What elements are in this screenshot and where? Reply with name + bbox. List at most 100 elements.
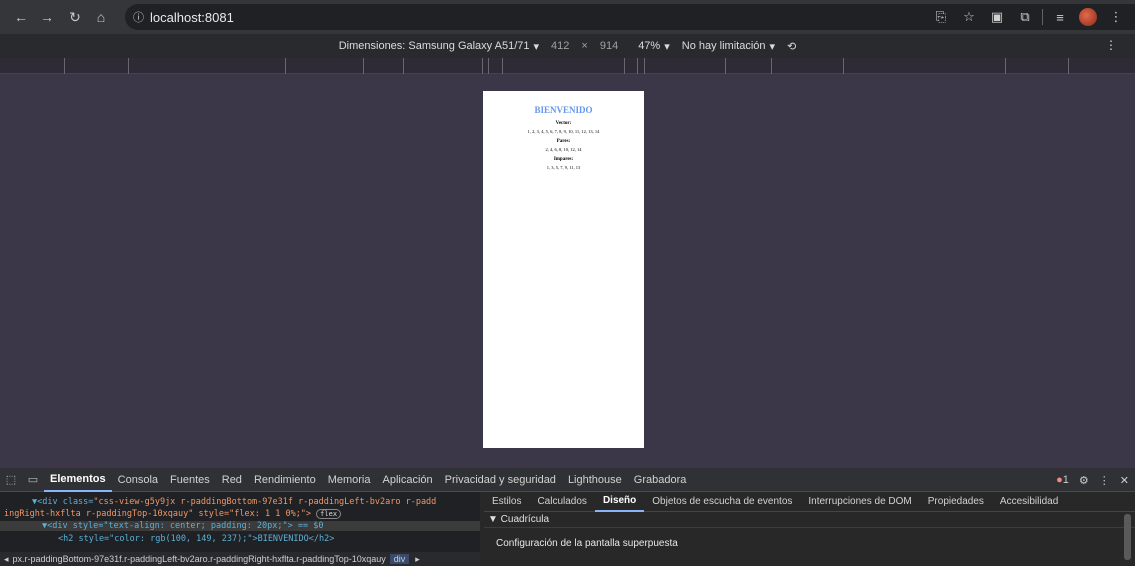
throttle-value: No hay limitación (681, 40, 766, 52)
device-selector[interactable]: Dimensiones: Samsung Galaxy A51/71 ▾ (339, 40, 539, 53)
forward-icon[interactable]: → (36, 6, 58, 28)
ruler-tick (1068, 58, 1069, 74)
browser-toolbar: ← → ↻ ⌂ ⓘ localhost:8081 ⎘ ☆ ▣ ⧉ ≡ ⋮ (0, 0, 1135, 34)
tab-dom-breakpoints[interactable]: Interrupciones de DOM (800, 492, 919, 512)
dom-node-line[interactable]: <h2 style="color: rgb(100, 149, 237);">B… (58, 534, 334, 544)
ruler-tick (771, 58, 772, 74)
overlay-settings-title: Configuración de la pantalla superpuesta (496, 538, 678, 549)
tab-event-listeners[interactable]: Objetos de escucha de eventos (644, 492, 800, 512)
breadcrumb-selected[interactable]: div (389, 554, 410, 564)
chevron-down-icon: ▾ (769, 40, 776, 53)
node-h2: <h2 style="color: rgb(100, 149, 237);">B… (58, 534, 335, 544)
dom-node-line[interactable]: ingRight-hxflta r-paddingTop-10xqauy" st… (4, 509, 342, 519)
tab-accesibilidad[interactable]: Accesibilidad (992, 492, 1066, 512)
ruler-tick (644, 58, 645, 74)
page-title: BIENVENIDO (534, 105, 593, 115)
device-menu-icon[interactable]: ⋮ (1105, 38, 1117, 52)
device-toolbar: Dimensiones: Samsung Galaxy A51/71 ▾ 412… (0, 34, 1135, 58)
more-options-icon[interactable]: ⋮ (1099, 474, 1110, 487)
ruler-tick (624, 58, 625, 74)
close-icon[interactable]: ✕ (1120, 474, 1129, 487)
sidebar-tabs: Estilos Calculados Diseño Objetos de esc… (484, 492, 1135, 512)
tab-lighthouse[interactable]: Lighthouse (562, 468, 628, 492)
star-icon[interactable]: ☆ (958, 6, 980, 28)
ruler-tick (64, 58, 65, 74)
tab-rendimiento[interactable]: Rendimiento (248, 468, 322, 492)
dom-node-selected[interactable]: ▼<div style="text-align: center; padding… (0, 521, 480, 531)
tab-memoria[interactable]: Memoria (322, 468, 377, 492)
node-tag: ▼<div class= (32, 497, 94, 507)
width-input[interactable]: 412 (551, 40, 569, 52)
node-attrs: ingRight-hxflta r-paddingTop-10xqauy" st… (4, 509, 312, 519)
tab-aplicacion[interactable]: Aplicación (377, 468, 439, 492)
tab-fuentes[interactable]: Fuentes (164, 468, 216, 492)
scrollbar[interactable] (1124, 514, 1131, 560)
crumb-left-arrow-icon[interactable]: ◂ (4, 554, 9, 565)
zoom-selector[interactable]: 47% ▾ (638, 40, 670, 53)
height-input[interactable]: 914 (600, 40, 618, 52)
media-query-ruler (0, 58, 1135, 74)
styles-sidebar: Estilos Calculados Diseño Objetos de esc… (484, 492, 1135, 566)
device-name: Dimensiones: Samsung Galaxy A51/71 (338, 40, 530, 52)
ruler-tick (1005, 58, 1006, 74)
breadcrumb-path[interactable]: px.r-paddingBottom-97e31f.r-paddingLeft-… (13, 554, 386, 564)
devtools-tabs: ⬚ ▭ Elementos Consola Fuentes Red Rendim… (0, 468, 1135, 492)
error-icon: ● (1056, 474, 1063, 486)
tab-red[interactable]: Red (216, 468, 248, 492)
node-class: "css-view-g5y9jx r-paddingBottom-97e31f … (93, 497, 437, 507)
ruler-tick (363, 58, 364, 74)
tab-estilos[interactable]: Estilos (484, 492, 529, 512)
vector-values: 1, 2, 3, 4, 5, 6, 7, 8, 9, 10, 11, 12, 1… (527, 129, 600, 134)
tab-calculados[interactable]: Calculados (529, 492, 594, 512)
impares-values: 1, 3, 5, 7, 9, 11, 13 (546, 165, 581, 170)
ruler-tick (128, 58, 129, 74)
avatar (1079, 8, 1097, 26)
zoom-value: 47% (638, 40, 661, 52)
ruler-tick (502, 58, 503, 74)
flex-badge[interactable]: flex (316, 509, 342, 519)
settings-icon[interactable]: ⚙ (1079, 474, 1089, 487)
ruler-tick (285, 58, 286, 74)
ruler-tick (637, 58, 638, 74)
grid-section-header[interactable]: ▼ Cuadrícula (484, 512, 1135, 528)
error-count: 1 (1062, 474, 1069, 486)
inspect-icon[interactable]: ⬚ (0, 473, 22, 486)
chevron-down-icon: ▾ (664, 40, 670, 53)
reload-icon[interactable]: ↻ (64, 6, 86, 28)
vector-label: Vector: (555, 121, 572, 126)
impares-label: Impares: (553, 157, 574, 162)
crumb-right-arrow-icon[interactable]: ▸ (415, 554, 420, 565)
emulated-page: BIENVENIDO Vector: 1, 2, 3, 4, 5, 6, 7, … (483, 91, 644, 448)
dom-node-line[interactable]: ▼<div class="css-view-g5y9jx r-paddingBo… (32, 497, 436, 507)
node-selected-text: ▼<div style="text-align: center; padding… (42, 521, 324, 531)
device-toggle-icon[interactable]: ▭ (22, 473, 44, 486)
tab-propiedades[interactable]: Propiedades (920, 492, 992, 512)
chevron-down-icon: ▾ (533, 40, 540, 53)
tab-diseno[interactable]: Diseño (594, 492, 645, 512)
pares-label: Pares: (556, 139, 571, 144)
back-icon[interactable]: ← (10, 6, 32, 28)
extensions-icon[interactable]: ⧉ (1014, 6, 1036, 28)
tab-consola[interactable]: Consola (112, 468, 164, 492)
info-icon[interactable]: ⓘ (133, 9, 144, 25)
ruler-tick (843, 58, 844, 74)
tab-elementos[interactable]: Elementos (44, 468, 112, 492)
menu-icon[interactable]: ⋮ (1105, 6, 1127, 28)
throttle-selector[interactable]: No hay limitación ▾ (682, 40, 775, 53)
screenshot-icon[interactable]: ▣ (986, 6, 1008, 28)
url-text: localhost:8081 (150, 9, 234, 25)
profile-icon[interactable] (1077, 6, 1099, 28)
tab-privacidad[interactable]: Privacidad y seguridad (439, 468, 562, 492)
translate-icon[interactable]: ⎘ (930, 6, 952, 28)
home-icon[interactable]: ⌂ (90, 6, 112, 28)
breadcrumb: ◂ px.r-paddingBottom-97e31f.r-paddingLef… (0, 552, 480, 566)
separator (1042, 9, 1043, 25)
dimension-separator: × (581, 40, 588, 52)
elements-tree: ▼<div class="css-view-g5y9jx r-paddingBo… (0, 492, 480, 566)
rotate-icon[interactable]: ⟲ (787, 40, 796, 53)
reading-list-icon[interactable]: ≡ (1049, 6, 1071, 28)
error-badge[interactable]: ●1 (1056, 474, 1069, 486)
device-viewport: BIENVENIDO Vector: 1, 2, 3, 4, 5, 6, 7, … (0, 74, 1135, 468)
tab-grabadora[interactable]: Grabadora (628, 468, 693, 492)
ruler-tick (488, 58, 489, 74)
